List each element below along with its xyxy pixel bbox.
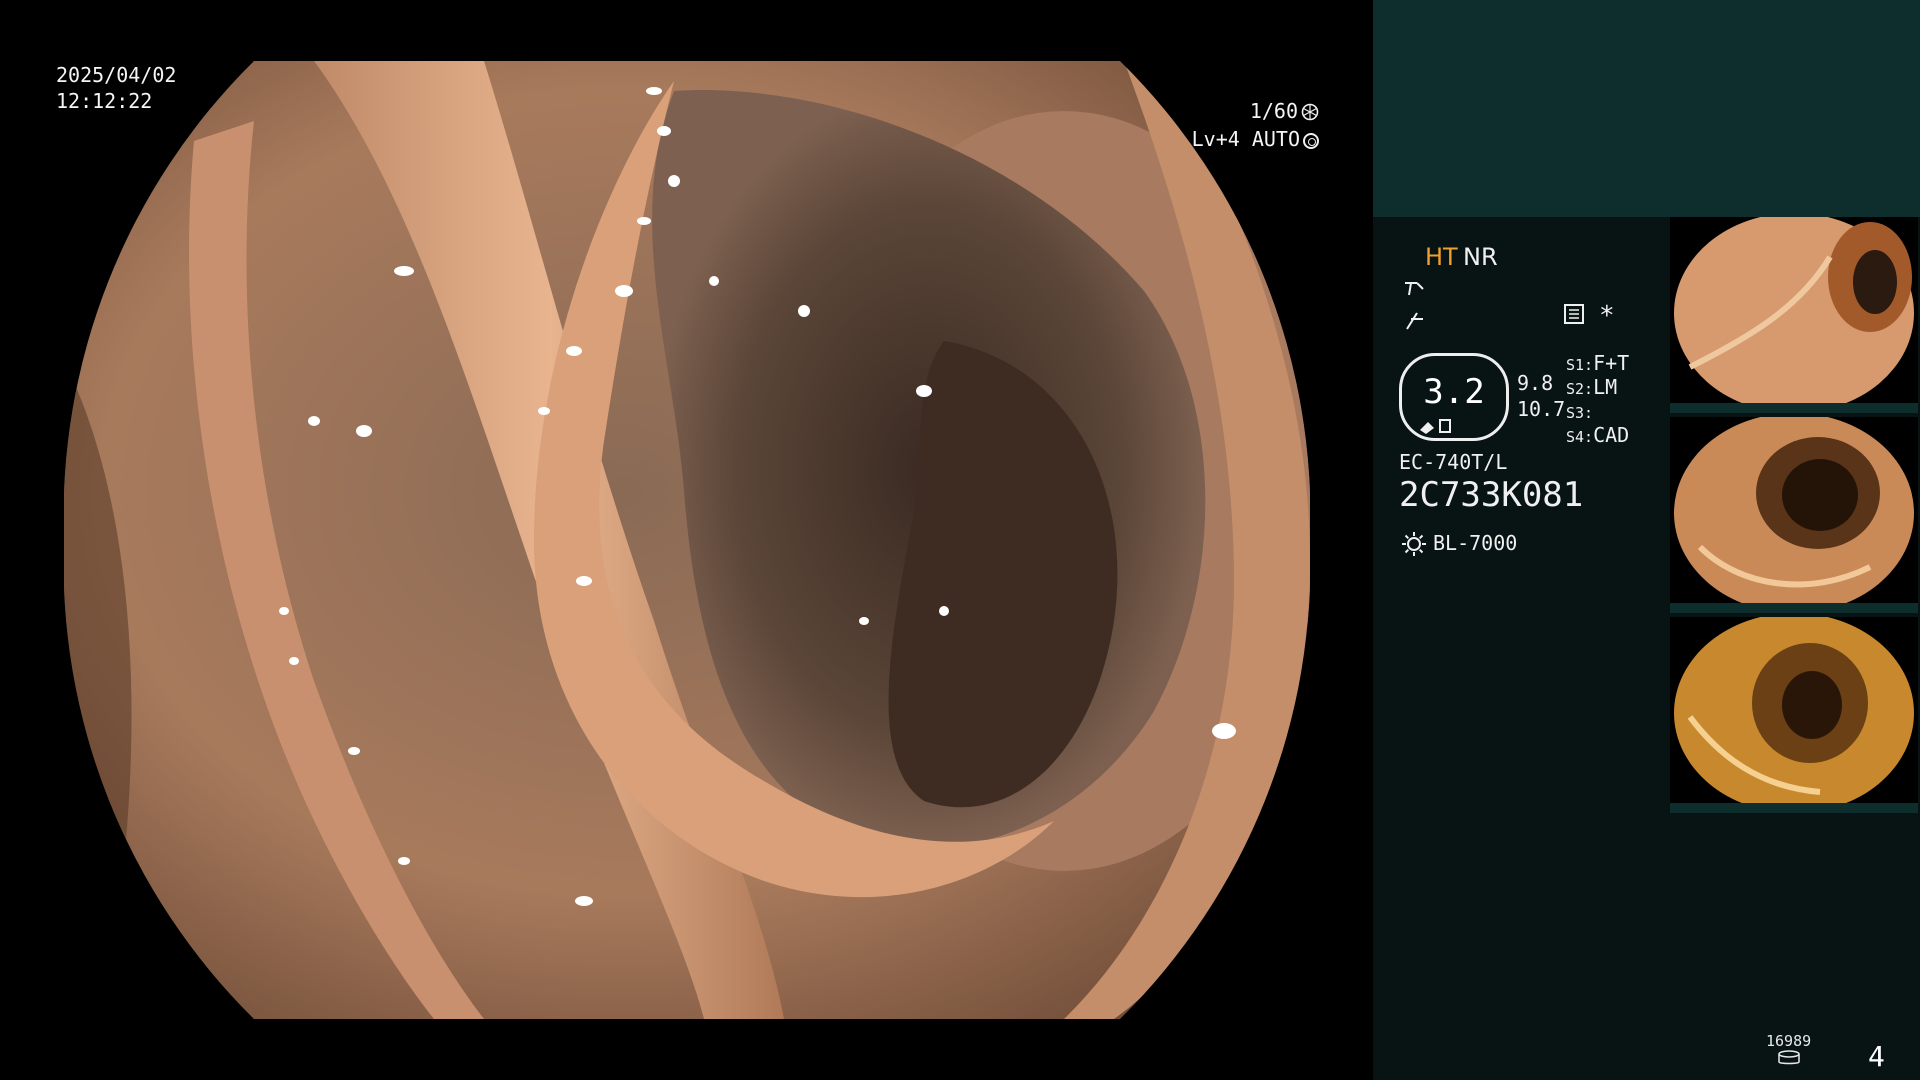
switch-value: LM xyxy=(1593,375,1618,399)
structure-icon xyxy=(1405,282,1424,296)
datetime: 2025/04/02 12:12:22 xyxy=(56,62,176,114)
shutter-indicator: 1/60 xyxy=(1250,98,1319,124)
switch-key: S1: xyxy=(1566,356,1594,374)
switch-value: F+T xyxy=(1593,351,1630,375)
memo-icon xyxy=(1564,304,1584,324)
shutter-icon xyxy=(1301,103,1319,121)
endoscope-image xyxy=(64,61,1310,1019)
zoom-scope-icon xyxy=(1420,419,1451,434)
thumbnail-image xyxy=(1670,617,1918,813)
disk-icon xyxy=(1778,1050,1800,1065)
zoom-reading-b: 10.7 xyxy=(1517,397,1566,421)
ht-label: HT xyxy=(1425,243,1458,271)
switch-key: S4: xyxy=(1566,428,1594,446)
light-icon xyxy=(1402,532,1426,556)
image-count: 16989 xyxy=(1766,1032,1812,1050)
switch-key: S3: xyxy=(1566,404,1594,422)
thumbnail-image xyxy=(1670,417,1918,613)
switch-s3: S3: xyxy=(1566,399,1593,423)
date-text: 2025/04/02 xyxy=(56,63,177,87)
exposure-level: Lv+4 AUTO xyxy=(1192,126,1319,152)
scope-model: EC-740T/L xyxy=(1399,450,1508,474)
capture-thumbnail-2[interactable] xyxy=(1670,417,1918,613)
settings-area: HT NR * 3.2 9.8 10.7 S1:F+T S2:LM S3: S4… xyxy=(1373,217,1673,817)
capture-thumbnail-1[interactable] xyxy=(1670,217,1918,413)
zoom-reading-a: 9.8 xyxy=(1517,371,1554,395)
nr-label: NR xyxy=(1463,243,1498,271)
panel-header xyxy=(1373,0,1920,217)
auto-iris-icon xyxy=(1303,133,1319,149)
edge-icon xyxy=(1406,312,1423,330)
capture-thumbnail-3[interactable] xyxy=(1670,617,1918,813)
switch-key: S2: xyxy=(1566,380,1594,398)
zoom-indicator: 3.2 xyxy=(1399,353,1509,441)
star-mark: * xyxy=(1599,301,1615,331)
switch-s4: S4:CAD xyxy=(1566,423,1629,447)
page-number: 4 xyxy=(1868,1040,1885,1073)
switch-value: CAD xyxy=(1593,423,1630,447)
switch-s2: S2:LM xyxy=(1566,375,1617,399)
level-text: Lv+4 AUTO xyxy=(1191,127,1300,151)
light-source-label: BL-7000 xyxy=(1433,531,1518,555)
zoom-value: 3.2 xyxy=(1423,372,1485,412)
scope-serial: 2C733K081 xyxy=(1399,475,1584,515)
time-text: 12:12:22 xyxy=(56,89,153,113)
shutter-text: 1/60 xyxy=(1249,99,1298,123)
switch-s1: S1:F+T xyxy=(1566,351,1629,375)
thumbnail-image xyxy=(1670,217,1918,413)
endoscope-view: 2025/04/02 12:12:22 1/60 Lv+4 AUTO xyxy=(0,0,1373,1080)
